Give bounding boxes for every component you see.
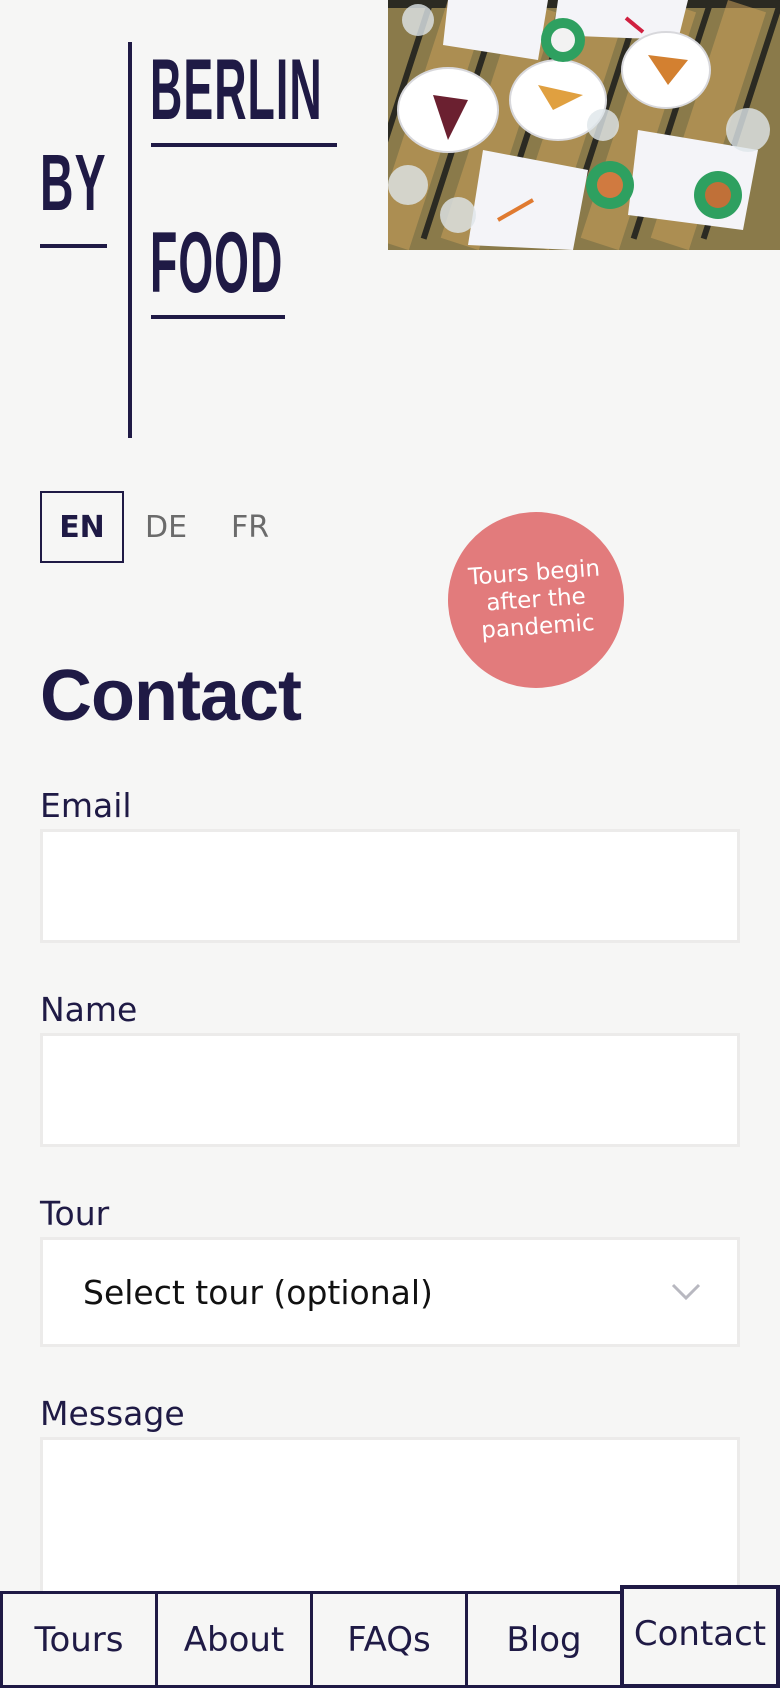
logo-underline <box>151 315 285 319</box>
nav-about[interactable]: About <box>155 1591 313 1688</box>
page-title: Contact <box>40 656 302 736</box>
lang-de[interactable]: DE <box>124 491 208 563</box>
chevron-down-icon <box>671 1283 701 1301</box>
nav-tours[interactable]: Tours <box>0 1591 158 1688</box>
name-field-wrapper <box>40 1033 740 1147</box>
logo-divider <box>128 42 132 438</box>
nav-contact[interactable]: Contact <box>620 1585 780 1688</box>
nav-faqs[interactable]: FAQs <box>310 1591 468 1688</box>
logo-underline <box>151 143 337 147</box>
name-field[interactable] <box>43 1036 737 1144</box>
message-field[interactable] <box>43 1440 737 1594</box>
pandemic-notice-badge: Tours begin after the pandemic <box>442 506 630 694</box>
lang-fr[interactable]: FR <box>208 491 292 563</box>
site-logo[interactable]: BY BERLIN FOOD <box>0 0 360 440</box>
name-label: Name <box>40 990 138 1029</box>
language-switcher: EN DE FR <box>40 491 292 563</box>
email-field-wrapper <box>40 829 740 943</box>
logo-by: BY <box>40 138 107 227</box>
hero-photo <box>388 0 780 250</box>
message-field-wrapper <box>40 1437 740 1597</box>
lang-en[interactable]: EN <box>40 491 124 563</box>
tour-select[interactable]: Select tour (optional) <box>40 1237 740 1347</box>
message-label: Message <box>40 1394 185 1433</box>
logo-underline <box>40 244 107 248</box>
email-field[interactable] <box>43 832 737 940</box>
badge-text: Tours begin after the pandemic <box>467 555 601 644</box>
logo-berlin: BERLIN <box>150 42 323 138</box>
email-label: Email <box>40 786 132 825</box>
tour-select-value: Select tour (optional) <box>83 1272 433 1312</box>
nav-blog[interactable]: Blog <box>465 1591 623 1688</box>
tour-label: Tour <box>40 1194 110 1233</box>
bottom-nav: Tours About FAQs Blog Contact <box>0 1585 780 1688</box>
logo-food: FOOD <box>150 215 284 311</box>
